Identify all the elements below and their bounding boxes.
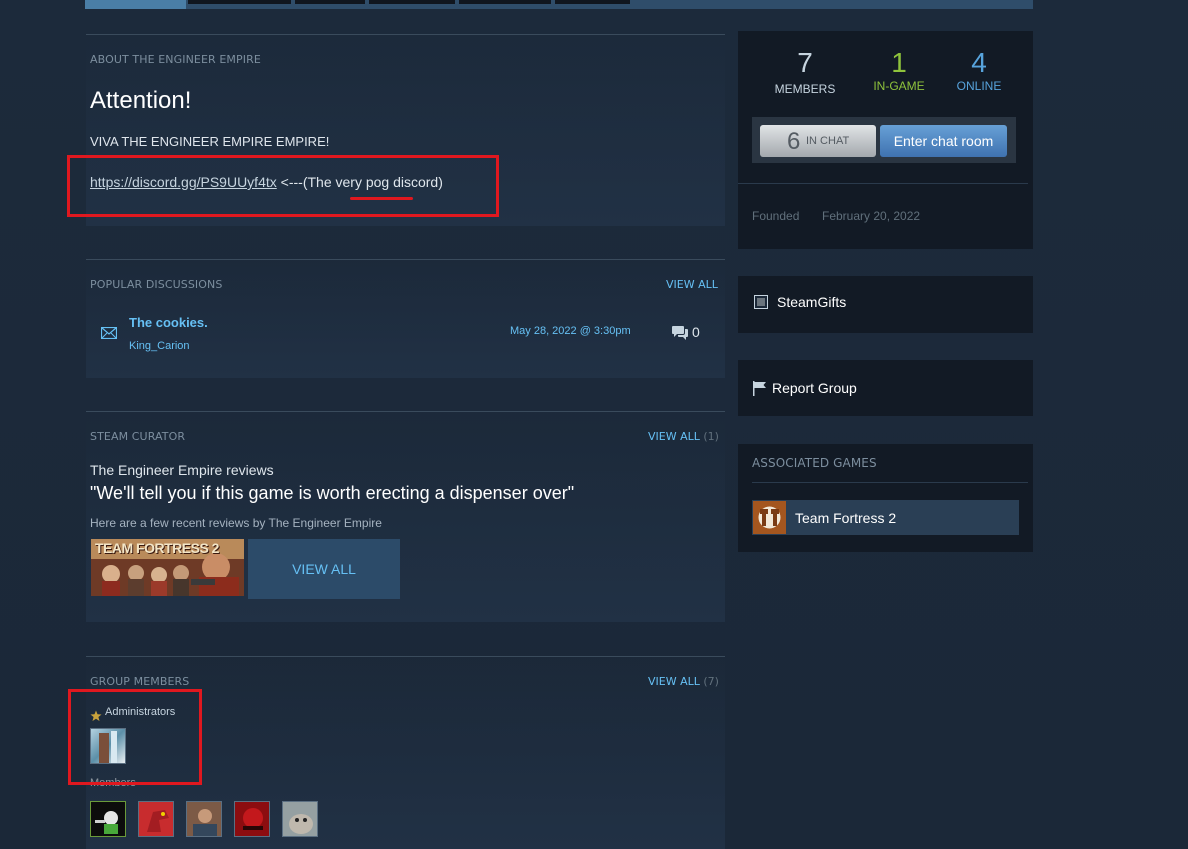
members-label-stat: MEMBERS	[774, 82, 836, 96]
members-section-title: GROUP MEMBERS	[90, 675, 190, 688]
annotation-box-admins	[68, 689, 202, 785]
curator-view-all-count: (1)	[703, 430, 719, 443]
curator-view-all-button[interactable]: VIEW ALL	[248, 539, 400, 599]
flag-icon	[752, 380, 768, 396]
in-chat-badge: 6 IN CHAT	[760, 125, 876, 157]
discussions-view-all-link[interactable]: VIEW ALL	[666, 278, 718, 291]
member-avatar[interactable]	[234, 801, 270, 837]
tf2-review-capsule[interactable]: TEAM FORTRESS 2	[91, 539, 244, 596]
tab-3[interactable]	[295, 0, 365, 4]
online-count: 4	[971, 47, 987, 78]
discussion-author-link[interactable]: King_Carion	[129, 340, 190, 352]
annotation-underline	[350, 197, 413, 200]
game-name-tf2: Team Fortress 2	[795, 510, 897, 526]
in-chat-count: 6	[787, 128, 801, 155]
discussion-reply-count: 0	[692, 324, 700, 340]
founded-label: Founded	[752, 209, 800, 223]
member-avatar[interactable]	[186, 801, 222, 837]
curator-view-all-label: VIEW ALL	[648, 430, 700, 443]
online-label: ONLINE	[956, 79, 1002, 93]
comment-bubble-icon	[671, 325, 689, 341]
tab-2[interactable]	[188, 0, 291, 4]
curator-view-all-link[interactable]: VIEW ALL (1)	[648, 430, 719, 443]
in-chat-label: IN CHAT	[806, 135, 850, 147]
tab-4[interactable]	[369, 0, 455, 4]
associated-games-title: ASSOCIATED GAMES	[752, 456, 877, 470]
members-view-all-label: VIEW ALL	[648, 675, 700, 688]
about-line: VIVA THE ENGINEER EMPIRE EMPIRE!	[90, 134, 330, 149]
divider	[738, 183, 1028, 184]
curator-description: Here are a few recent reviews by The Eng…	[90, 516, 382, 530]
discussions-section-title: POPULAR DISCUSSIONS	[90, 278, 223, 291]
curator-section-title: STEAM CURATOR	[90, 430, 186, 443]
about-section-title: ABOUT THE ENGINEER EMPIRE	[90, 53, 261, 66]
tab-5[interactable]	[459, 0, 551, 4]
member-avatar[interactable]	[282, 801, 318, 837]
member-avatar[interactable]	[138, 801, 174, 837]
members-view-all-count: (7)	[703, 675, 719, 688]
report-group-link[interactable]: Report Group	[772, 380, 857, 396]
discussion-date: May 28, 2022 @ 3:30pm	[510, 325, 631, 337]
members-count: 7	[797, 47, 813, 78]
curator-tagline: "We'll tell you if this game is worth er…	[90, 483, 575, 503]
steamgifts-link[interactable]: SteamGifts	[777, 294, 846, 310]
tab-6[interactable]	[555, 0, 630, 4]
group-tab-strip	[85, 0, 1033, 9]
members-view-all-link[interactable]: VIEW ALL (7)	[648, 675, 719, 688]
envelope-icon	[100, 324, 118, 340]
about-heading: Attention!	[90, 87, 192, 114]
tab-active[interactable]	[85, 0, 186, 9]
member-avatar[interactable]	[90, 801, 126, 837]
enter-chat-room-button[interactable]: Enter chat room	[880, 125, 1007, 157]
curator-name: The Engineer Empire reviews	[90, 462, 274, 478]
divider	[752, 482, 1028, 483]
tf2-icon	[753, 501, 786, 534]
ingame-label: IN-GAME	[873, 79, 925, 93]
ingame-count: 1	[891, 47, 907, 78]
annotation-box-discord	[67, 155, 499, 217]
steamgifts-icon	[754, 295, 768, 309]
discussion-title-link[interactable]: The cookies.	[129, 315, 208, 330]
founded-date: February 20, 2022	[822, 209, 921, 223]
capsule-logo-text: TEAM FORTRESS 2	[95, 540, 219, 556]
